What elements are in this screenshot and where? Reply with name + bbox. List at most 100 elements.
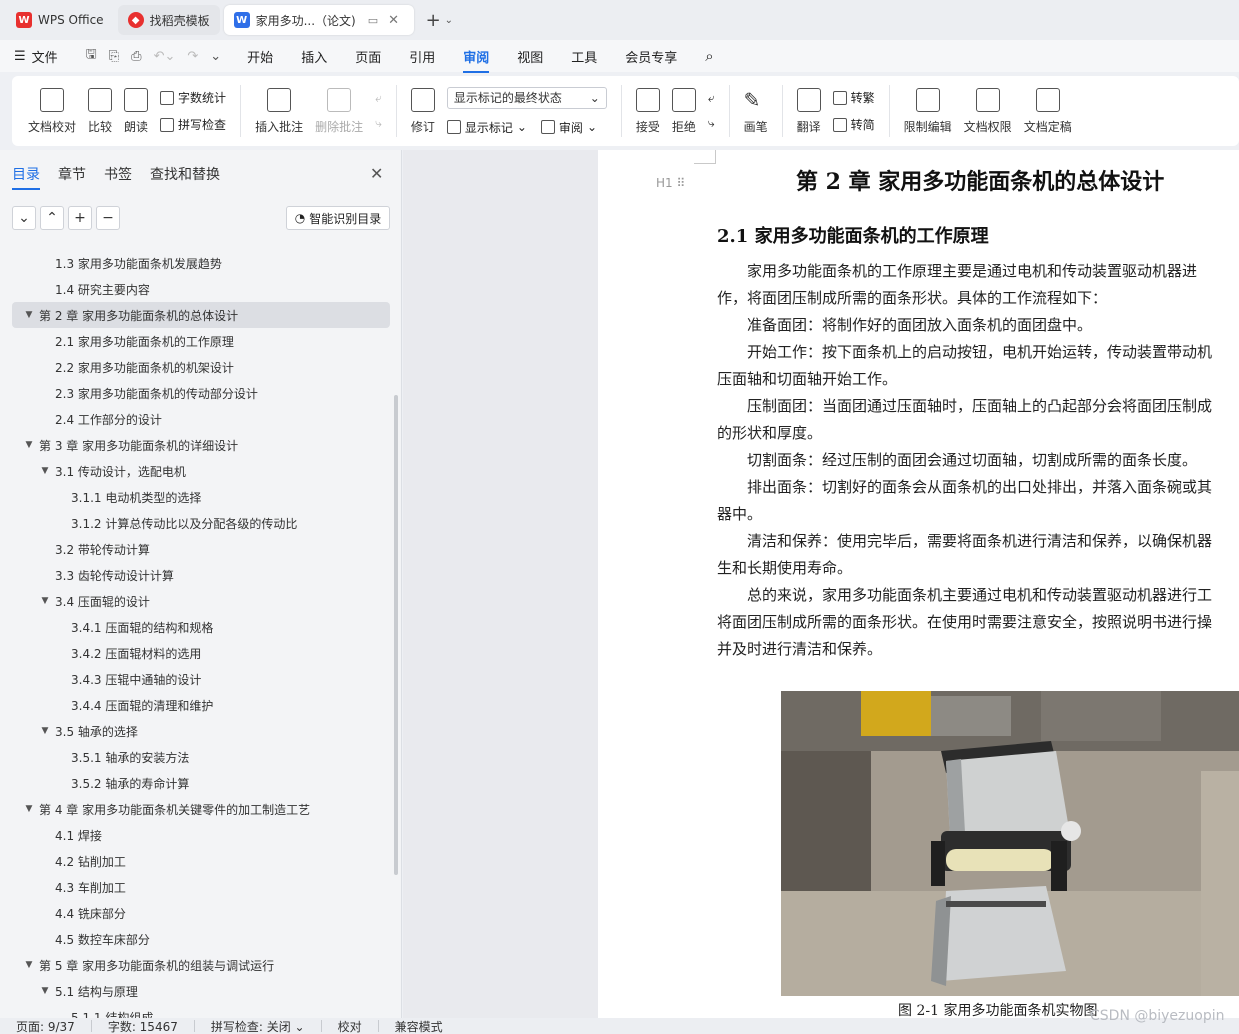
- tab-document[interactable]: W 家用多功...（论文) ▭ ✕: [223, 5, 414, 35]
- restrict-edit-button[interactable]: 限制编辑: [898, 81, 958, 141]
- menu-references[interactable]: 引用: [409, 47, 435, 66]
- toc-item[interactable]: ▼ 3.4 压面辊的设计: [12, 588, 390, 614]
- toc-item[interactable]: 3.4.4 压面辊的清理和维护: [12, 692, 390, 718]
- search-icon[interactable]: ⌕: [705, 47, 713, 65]
- prev-comment-icon[interactable]: ⤶: [375, 91, 382, 106]
- close-icon[interactable]: ✕: [370, 164, 383, 183]
- to-traditional-button[interactable]: 转繁: [832, 89, 875, 106]
- menu-home[interactable]: 开始: [247, 47, 273, 66]
- save-icon[interactable]: 🖫: [86, 45, 97, 67]
- tab-bookmarks[interactable]: 书签: [104, 164, 132, 184]
- delete-comment-button[interactable]: 删除批注: [309, 81, 369, 141]
- toc-item[interactable]: 4.5 数控车床部分: [12, 926, 390, 952]
- tab-find-replace[interactable]: 查找和替换: [150, 164, 220, 184]
- chevron-down-icon[interactable]: ⌄: [445, 15, 453, 26]
- minus-icon[interactable]: −: [96, 206, 120, 230]
- spell-check-status[interactable]: 拼写检查: 关闭 ⌄: [211, 1018, 305, 1034]
- toc-item[interactable]: 3.5.1 轴承的安装方法: [12, 744, 390, 770]
- smart-toc-button[interactable]: ◔ 智能识别目录: [286, 206, 390, 230]
- more-icon[interactable]: ⌄: [210, 49, 221, 64]
- next-comment-icon[interactable]: ⤷: [375, 116, 382, 131]
- toc-item[interactable]: 1.4 研究主要内容: [12, 276, 390, 302]
- expand-caret-icon[interactable]: ▼: [22, 804, 36, 814]
- menu-page[interactable]: 页面: [355, 47, 381, 66]
- to-simplified-button[interactable]: 转简: [832, 116, 875, 133]
- expand-caret-icon[interactable]: ▼: [22, 440, 36, 450]
- nav-scrollbar[interactable]: [394, 395, 398, 875]
- read-aloud-button[interactable]: 朗读: [118, 81, 154, 141]
- toc-item[interactable]: 1.3 家用多功能面条机发展趋势: [12, 250, 390, 276]
- toc-item[interactable]: 2.1 家用多功能面条机的工作原理: [12, 328, 390, 354]
- toc-item[interactable]: ▼ 5.1 结构与原理: [12, 978, 390, 1004]
- toc-item[interactable]: ▼ 3.1 传动设计，选配电机: [12, 458, 390, 484]
- spell-check-button[interactable]: 拼写检查: [160, 116, 226, 133]
- tab-wps-office[interactable]: W WPS Office: [6, 5, 114, 35]
- toc-item[interactable]: ▼ 第 4 章 家用多功能面条机关键零件的加工制造工艺: [12, 796, 390, 822]
- proof-status[interactable]: 校对: [338, 1018, 362, 1034]
- next-change-icon[interactable]: ⤷: [708, 116, 715, 131]
- toc-item[interactable]: 3.2 带轮传动计算: [12, 536, 390, 562]
- chevron-up-icon[interactable]: ⌃: [40, 206, 64, 230]
- toc-item[interactable]: 3.1.1 电动机类型的选择: [12, 484, 390, 510]
- toc-item[interactable]: 4.2 钻削加工: [12, 848, 390, 874]
- toc-item[interactable]: ▼ 第 3 章 家用多功能面条机的详细设计: [12, 432, 390, 458]
- word-count-button[interactable]: 字数统计: [160, 89, 226, 106]
- toc-item[interactable]: 4.3 车削加工: [12, 874, 390, 900]
- toc-item[interactable]: 2.3 家用多功能面条机的传动部分设计: [12, 380, 390, 406]
- prev-change-icon[interactable]: ⤶: [708, 91, 715, 106]
- track-changes-button[interactable]: 修订: [405, 81, 441, 141]
- window-icon[interactable]: ▭: [368, 14, 378, 27]
- word-count[interactable]: 字数: 15467: [108, 1018, 178, 1034]
- doc-permission-button[interactable]: 文档权限: [958, 81, 1018, 141]
- expand-caret-icon[interactable]: ▼: [22, 310, 36, 320]
- heading-marker[interactable]: H1 ⠿: [656, 176, 685, 190]
- toc-item[interactable]: ▼ 3.5 轴承的选择: [12, 718, 390, 744]
- tab-docer-templates[interactable]: ◆ 找稻壳模板: [117, 5, 220, 35]
- toc-item[interactable]: 3.4.3 压辊中通轴的设计: [12, 666, 390, 692]
- tab-chapters[interactable]: 章节: [58, 164, 86, 184]
- toc-item[interactable]: 3.3 齿轮传动设计计算: [12, 562, 390, 588]
- menu-insert[interactable]: 插入: [301, 47, 327, 66]
- toc-item[interactable]: 3.4.1 压面辊的结构和规格: [12, 614, 390, 640]
- close-icon[interactable]: ✕: [388, 13, 399, 28]
- toc-item[interactable]: 4.1 焊接: [12, 822, 390, 848]
- compare-button[interactable]: 比较: [82, 81, 118, 141]
- toc-item[interactable]: 3.4.2 压面辊材料的选用: [12, 640, 390, 666]
- toc-item[interactable]: ▼ 第 2 章 家用多功能面条机的总体设计: [12, 302, 390, 328]
- accept-button[interactable]: 接受: [630, 81, 666, 141]
- markup-state-select[interactable]: 显示标记的最终状态 ⌄: [446, 86, 607, 109]
- plus-icon[interactable]: +: [68, 206, 92, 230]
- toc-item[interactable]: 3.5.2 轴承的寿命计算: [12, 770, 390, 796]
- reject-button[interactable]: 拒绝: [666, 81, 702, 141]
- print-preview-icon[interactable]: ⎙: [131, 49, 141, 64]
- chevron-down-icon[interactable]: ⌄: [12, 206, 36, 230]
- redo-icon[interactable]: ↷: [187, 49, 198, 64]
- new-tab-icon[interactable]: +: [426, 10, 441, 31]
- pen-button[interactable]: ✎ 画笔: [738, 81, 774, 141]
- doc-proof-button[interactable]: 文档校对: [22, 81, 82, 141]
- toc-item[interactable]: 2.2 家用多功能面条机的机架设计: [12, 354, 390, 380]
- toc-item[interactable]: ▼ 第 5 章 家用多功能面条机的组装与调试运行: [12, 952, 390, 978]
- menu-membership[interactable]: 会员专享: [625, 47, 677, 66]
- menu-review[interactable]: 审阅: [463, 47, 490, 73]
- toc-item[interactable]: 2.4 工作部分的设计: [12, 406, 390, 432]
- page-indicator[interactable]: 页面: 9/37: [16, 1018, 75, 1034]
- show-markup-button[interactable]: 显示标记 ⌄: [446, 119, 527, 136]
- tab-toc[interactable]: 目录: [12, 164, 40, 190]
- toc-item[interactable]: 4.4 铣床部分: [12, 900, 390, 926]
- menu-view[interactable]: 视图: [517, 47, 543, 66]
- menu-tools[interactable]: 工具: [571, 47, 597, 66]
- translate-button[interactable]: 翻译: [791, 81, 827, 141]
- insert-comment-button[interactable]: 插入批注: [249, 81, 309, 141]
- expand-caret-icon[interactable]: ▼: [22, 960, 36, 970]
- review-pane-button[interactable]: 审阅 ⌄: [540, 119, 597, 136]
- toc-item[interactable]: 3.1.2 计算总传动比以及分配各级的传动比: [12, 510, 390, 536]
- expand-caret-icon[interactable]: ▼: [38, 986, 52, 996]
- expand-caret-icon[interactable]: ▼: [38, 466, 52, 476]
- finalize-button[interactable]: 文档定稿: [1018, 81, 1078, 141]
- expand-caret-icon[interactable]: ▼: [38, 596, 52, 606]
- share-icon[interactable]: ⎘: [109, 49, 119, 64]
- undo-icon[interactable]: ↶⌄: [154, 49, 176, 64]
- expand-caret-icon[interactable]: ▼: [38, 726, 52, 736]
- file-menu[interactable]: ☰ 文件: [14, 47, 58, 66]
